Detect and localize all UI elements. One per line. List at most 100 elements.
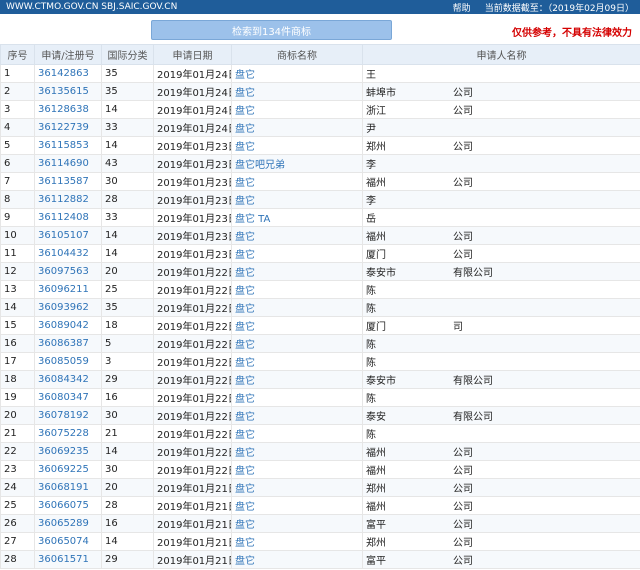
registration-number-link[interactable]: 36135615 (34, 82, 102, 101)
trademark-name-link[interactable]: 盘它 (231, 406, 363, 425)
trademark-name-link[interactable]: 盘它 (231, 190, 363, 209)
trademark-name-link[interactable]: 盘它 (231, 316, 363, 335)
registration-number-link[interactable]: 36097563 (34, 262, 102, 281)
trademark-name-link[interactable]: 盘它 (231, 298, 363, 317)
registration-number-link[interactable]: 36069225 (34, 460, 102, 479)
registration-number-link[interactable]: 36061571 (34, 550, 102, 569)
table-row[interactable]: 2 36135615 35 2019年01月24日 盘它 蚌埠市 公司 (0, 82, 640, 101)
trademark-name-link[interactable]: 盘它 (231, 172, 363, 191)
header-registration-number[interactable]: 申请/注册号 (34, 44, 102, 65)
trademark-name-link[interactable]: 盘它 (231, 118, 363, 137)
registration-number-link[interactable]: 36065289 (34, 514, 102, 533)
registration-number-link[interactable]: 36112882 (34, 190, 102, 209)
registration-number-link[interactable]: 36114690 (34, 154, 102, 173)
registration-number-link[interactable]: 36068191 (34, 478, 102, 497)
registration-number-link[interactable]: 36096211 (34, 280, 102, 299)
registration-number-link[interactable]: 36122739 (34, 118, 102, 137)
registration-number-link[interactable]: 36113587 (34, 172, 102, 191)
trademark-name-link[interactable]: 盘它 (231, 136, 363, 155)
registration-number-link[interactable]: 36093962 (34, 298, 102, 317)
registration-number-link[interactable]: 36080347 (34, 388, 102, 407)
table-row[interactable]: 22 36069235 14 2019年01月22日 盘它 福州 公司 (0, 442, 640, 461)
table-row[interactable]: 19 36080347 16 2019年01月22日 盘它陈 (0, 388, 640, 407)
registration-number-link[interactable]: 36066075 (34, 496, 102, 515)
table-row[interactable]: 11 36104432 14 2019年01月23日 盘它 厦门 公司 (0, 244, 640, 263)
trademark-name-link[interactable]: 盘它 (231, 100, 363, 119)
table-row[interactable]: 26 36065289 16 2019年01月21日 盘它 富平 公司 (0, 514, 640, 533)
header-applicant-name[interactable]: 申请人名称 (362, 44, 640, 65)
table-row[interactable]: 9 36112408 33 2019年01月23日 盘它 TA 岳 (0, 208, 640, 227)
trademark-name-link[interactable]: 盘它 (231, 514, 363, 533)
registration-number-link[interactable]: 36086387 (34, 334, 102, 353)
registration-number-link[interactable]: 36075228 (34, 424, 102, 443)
registration-number-link[interactable]: 36142863 (34, 64, 102, 83)
trademark-name-link[interactable]: 盘它 (231, 82, 363, 101)
applicant-name-suffix: 公司 (453, 142, 473, 153)
trademark-name-link[interactable]: 盘它 (231, 460, 363, 479)
trademark-name-link[interactable]: 盘它 (231, 370, 363, 389)
trademark-name-link[interactable]: 盘它 (231, 64, 363, 83)
registration-number-link[interactable]: 36084342 (34, 370, 102, 389)
row-index: 28 (0, 550, 35, 569)
class-value: 3 (101, 352, 154, 371)
trademark-name-link[interactable]: 盘它 (231, 262, 363, 281)
table-row[interactable]: 28 36061571 29 2019年01月21日 盘它 富平 公司 (0, 550, 640, 569)
registration-number-link[interactable]: 36089042 (34, 316, 102, 335)
header-index[interactable]: 序号 (0, 44, 35, 65)
table-row[interactable]: 21 36075228 21 2019年01月22日 盘它陈 (0, 424, 640, 443)
registration-number-link[interactable]: 36128638 (34, 100, 102, 119)
table-row[interactable]: 8 36112882 28 2019年01月23日 盘它李 (0, 190, 640, 209)
class-value: 5 (101, 334, 154, 353)
applicant-name-text: 福州 (366, 232, 386, 243)
application-date: 2019年01月22日 (153, 424, 232, 443)
table-row[interactable]: 4 36122739 33 2019年01月24日 盘它尹 (0, 118, 640, 137)
registration-number-link[interactable]: 36085059 (34, 352, 102, 371)
table-row[interactable]: 5 36115853 14 2019年01月23日 盘它 郑州 公司 (0, 136, 640, 155)
table-row[interactable]: 13 36096211 25 2019年01月22日 盘它陈 (0, 280, 640, 299)
registration-number-link[interactable]: 36105107 (34, 226, 102, 245)
table-row[interactable]: 18 36084342 29 2019年01月22日 盘它 泰安市 有限公司 (0, 370, 640, 389)
trademark-name-link[interactable]: 盘它吧兄弟 (231, 154, 363, 173)
trademark-name-link[interactable]: 盘它 (231, 334, 363, 353)
applicant-name-text: 陈 (366, 304, 376, 315)
table-row[interactable]: 17 36085059 3 2019年01月22日 盘它陈 (0, 352, 640, 371)
registration-number-link[interactable]: 36104432 (34, 244, 102, 263)
trademark-name-link[interactable]: 盘它 (231, 532, 363, 551)
table-row[interactable]: 16 36086387 5 2019年01月22日 盘它陈 (0, 334, 640, 353)
trademark-name-link[interactable]: 盘它 (231, 424, 363, 443)
registration-number-link[interactable]: 36078192 (34, 406, 102, 425)
registration-number-link[interactable]: 36115853 (34, 136, 102, 155)
result-count-button[interactable]: 检索到134件商标 (151, 20, 392, 40)
help-link[interactable]: 帮助 (453, 1, 471, 14)
trademark-name-link[interactable]: 盘它 (231, 496, 363, 515)
table-row[interactable]: 20 36078192 30 2019年01月22日 盘它 泰安 有限公司 (0, 406, 640, 425)
table-row[interactable]: 25 36066075 28 2019年01月21日 盘它 福州 公司 (0, 496, 640, 515)
table-row[interactable]: 3 36128638 14 2019年01月24日 盘它 浙江 公司 (0, 100, 640, 119)
table-row[interactable]: 24 36068191 20 2019年01月21日 盘它 郑州 公司 (0, 478, 640, 497)
trademark-name-link[interactable]: 盘它 (231, 244, 363, 263)
table-row[interactable]: 27 36065074 14 2019年01月21日 盘它 郑州 公司 (0, 532, 640, 551)
table-row[interactable]: 15 36089042 18 2019年01月22日 盘它 厦门 司 (0, 316, 640, 335)
header-application-date[interactable]: 申请日期 (153, 44, 232, 65)
registration-number-link[interactable]: 36112408 (34, 208, 102, 227)
registration-number-link[interactable]: 36065074 (34, 532, 102, 551)
table-row[interactable]: 1 36142863 35 2019年01月24日 盘它王 (0, 64, 640, 83)
trademark-name-link[interactable]: 盘它 (231, 280, 363, 299)
table-row[interactable]: 14 36093962 35 2019年01月22日 盘它陈 (0, 298, 640, 317)
table-row[interactable]: 6 36114690 43 2019年01月23日 盘它吧兄弟李 (0, 154, 640, 173)
table-row[interactable]: 10 36105107 14 2019年01月23日 盘它 福州 公司 (0, 226, 640, 245)
trademark-name-link[interactable]: 盘它 (231, 550, 363, 569)
table-row[interactable]: 23 36069225 30 2019年01月22日 盘它 福州 公司 (0, 460, 640, 479)
table-row[interactable]: 7 36113587 30 2019年01月23日 盘它 福州 公司 (0, 172, 640, 191)
row-index: 5 (0, 136, 35, 155)
header-class[interactable]: 国际分类 (101, 44, 154, 65)
table-row[interactable]: 12 36097563 20 2019年01月22日 盘它 泰安市 有限公司 (0, 262, 640, 281)
trademark-name-link[interactable]: 盘它 (231, 478, 363, 497)
trademark-name-link[interactable]: 盘它 (231, 226, 363, 245)
trademark-name-link[interactable]: 盘它 (231, 388, 363, 407)
trademark-name-link[interactable]: 盘它 (231, 442, 363, 461)
registration-number-link[interactable]: 36069235 (34, 442, 102, 461)
trademark-name-link[interactable]: 盘它 (231, 352, 363, 371)
header-trademark-name[interactable]: 商标名称 (231, 44, 363, 65)
trademark-name-link[interactable]: 盘它 TA (231, 208, 363, 227)
